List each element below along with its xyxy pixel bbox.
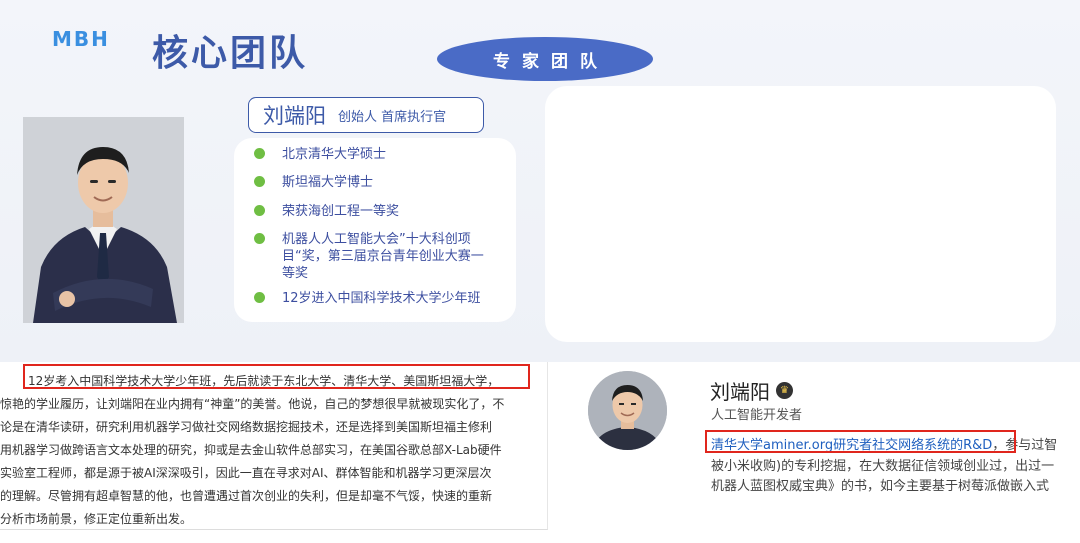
mbh-logo: MBH: [52, 27, 110, 51]
avatar: [588, 371, 667, 450]
article-line: 实验室工程师，都是源于被AI深深吸引，因此一直在寻求对AI、群体智能和机器学习更…: [0, 466, 492, 480]
bullet-dot-icon: [254, 176, 265, 187]
bullet-dot-icon: [254, 205, 265, 216]
credential-item: 荣获海创工程一等奖: [282, 204, 400, 219]
article-line: 惊艳的学业履历，让刘端阳在业内拥有“神童”的美誉。他说，自己的梦想很早就被现实化…: [0, 397, 505, 411]
profile-name: 刘端阳: [710, 380, 770, 404]
credential-item: 机器人人工智能大会”十大科创项目“奖，第三届京台青年创业大赛一等奖: [282, 232, 484, 281]
highlight-box: [705, 430, 1016, 453]
profile-avatar-illustration: [588, 371, 667, 450]
founder-portrait-illustration: [23, 117, 184, 323]
founder-name: 刘端阳: [263, 104, 326, 128]
credential-item: 12岁进入中国科学技术大学少年班: [282, 291, 481, 306]
bullet-dot-icon: [254, 148, 265, 159]
profile-title: 人工智能开发者: [711, 408, 803, 423]
article-line: 用机器学习做跨语言文本处理的研究，抑或是去金山软件总部实习，在美国谷歌总部X-L…: [0, 443, 502, 457]
slide-panel: MBH 核心团队 专家团队 刘端阳 创始人 首席执行官 北京清华大学硕士 斯坦福…: [0, 0, 1080, 362]
founder-role: 创始人 首席执行官: [338, 109, 447, 125]
credential-item: 斯坦福大学博士: [282, 175, 374, 190]
profile-name-row: 刘端阳 ♛: [710, 376, 793, 405]
article-line: 分析市场前景，修正定位重新出发。: [0, 512, 193, 526]
founder-photo: [23, 117, 184, 323]
crown-badge-icon: ♛: [776, 382, 793, 399]
slide-title: 核心团队: [152, 33, 309, 74]
empty-white-panel: [545, 86, 1056, 342]
credential-item: 北京清华大学硕士: [282, 147, 387, 162]
highlight-box: [23, 364, 530, 389]
profile-bio-line: 机器人蓝图权威宝典》的书，如今主要基于树莓派做嵌入式: [711, 479, 1050, 494]
bullet-dot-icon: [254, 292, 265, 303]
bullet-dot-icon: [254, 233, 265, 244]
article-line: 的理解。尽管拥有超卓智慧的他，也曾遭遇过首次创业的失利，但是却毫不气馁，快速的重…: [0, 489, 493, 503]
profile-bio-line: 被小米收购)的专利挖掘，在大数据征信领域创业过，出过一: [711, 459, 1055, 474]
expert-team-badge: 专家团队: [437, 37, 653, 81]
founder-name-box: 刘端阳 创始人 首席执行官: [248, 97, 484, 133]
article-line: 论是在清华读研，研究利用机器学习做社交网络数据挖掘技术，还是选择到美国斯坦福主修…: [0, 420, 493, 434]
